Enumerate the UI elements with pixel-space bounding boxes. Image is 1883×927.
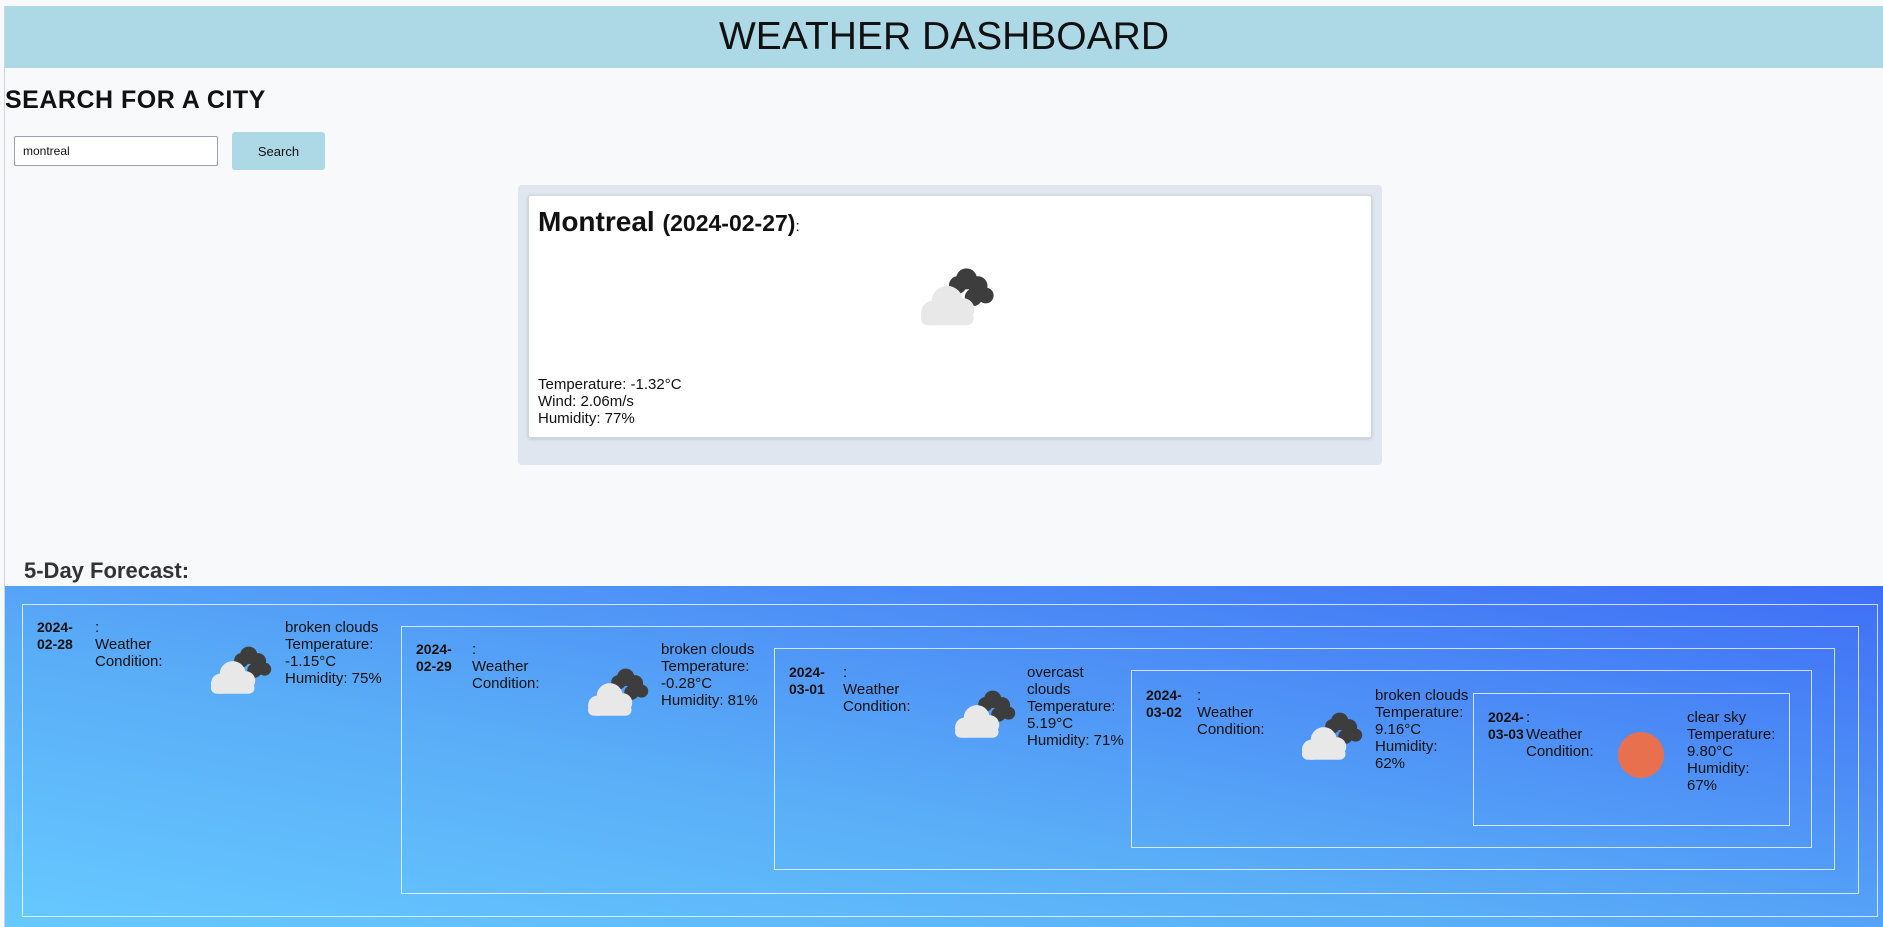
forecast-temperature: Temperature: 9.80°C (1687, 726, 1776, 760)
current-weather-panel: Montreal (2024-02-27): Temperature: -1.3… (518, 185, 1382, 465)
forecast-date: 2024- 02-29 (416, 641, 452, 674)
forecast-date: 2024- 02-28 (37, 619, 73, 652)
forecast-humidity: Humidity: 75% (285, 670, 382, 687)
broken-clouds-icon (947, 687, 1021, 745)
forecast-details: overcast clouds Temperature: 5.19°C Humi… (1027, 664, 1127, 749)
forecast-temperature: Temperature: -1.15°C (285, 636, 374, 670)
forecast-temperature: Temperature: 5.19°C (1027, 698, 1116, 732)
forecast-details: clear sky Temperature: 9.80°C Humidity: … (1687, 709, 1783, 794)
forecast-condition-label: : Weather Condition: (1526, 709, 1594, 760)
forecast-humidity: Humidity: 67% (1687, 760, 1750, 794)
forecast-condition-label: : Weather Condition: (95, 619, 163, 670)
forecast-humidity: Humidity: 81% (661, 692, 758, 709)
current-weather-stats: Temperature: -1.32°C Wind: 2.06m/s Humid… (538, 376, 682, 427)
search-button[interactable]: Search (232, 132, 325, 170)
broken-clouds-icon (1294, 709, 1368, 767)
current-city: Montreal (538, 206, 655, 237)
forecast-humidity: Humidity: 62% (1375, 738, 1438, 772)
broken-clouds-icon (911, 264, 1001, 334)
forecast-temperature: Temperature: -0.28°C (661, 658, 750, 692)
forecast-humidity: Humidity: 71% (1027, 732, 1124, 749)
current-weather-title: Montreal (2024-02-27): (538, 206, 800, 238)
current-humidity: Humidity: 77% (538, 410, 635, 427)
search-heading: SEARCH FOR A CITY (5, 86, 266, 114)
current-title-colon: : (795, 218, 800, 235)
current-wind: Wind: 2.06m/s (538, 393, 634, 410)
current-weather-card: Montreal (2024-02-27): Temperature: -1.3… (528, 195, 1372, 438)
forecast-date: 2024- 03-02 (1146, 687, 1182, 720)
forecast-condition-label: : Weather Condition: (843, 664, 911, 715)
page-title: WEATHER DASHBOARD (719, 15, 1169, 58)
forecast-details: broken clouds Temperature: 9.16°C Humidi… (1375, 687, 1471, 772)
forecast-condition: overcast clouds (1027, 664, 1084, 698)
page-header: WEATHER DASHBOARD (5, 6, 1883, 68)
current-date: (2024-02-27) (662, 210, 796, 236)
forecast-details: broken clouds Temperature: -1.15°C Humid… (285, 619, 387, 687)
current-temperature: Temperature: -1.32°C (538, 376, 682, 393)
forecast-heading: 5-Day Forecast: (24, 558, 190, 583)
city-search-input[interactable] (14, 136, 218, 166)
broken-clouds-icon (203, 643, 277, 701)
forecast-details: broken clouds Temperature: -0.28°C Humid… (661, 641, 763, 709)
broken-clouds-icon (580, 665, 654, 723)
forecast-condition: broken clouds (285, 619, 379, 636)
forecast-condition: broken clouds (661, 641, 755, 658)
forecast-day-card: 2024- 03-03 : Weather Condition: clear sky… (1473, 693, 1790, 826)
forecast-date: 2024- 03-01 (789, 664, 825, 697)
forecast-condition: broken clouds (1375, 687, 1469, 704)
forecast-condition: clear sky (1687, 709, 1747, 726)
forecast-condition-label: : Weather Condition: (472, 641, 540, 692)
clear-sky-icon (1618, 732, 1664, 778)
forecast-condition-label: : Weather Condition: (1197, 687, 1265, 738)
forecast-date: 2024- 03-03 (1488, 709, 1524, 742)
forecast-temperature: Temperature: 9.16°C (1375, 704, 1464, 738)
